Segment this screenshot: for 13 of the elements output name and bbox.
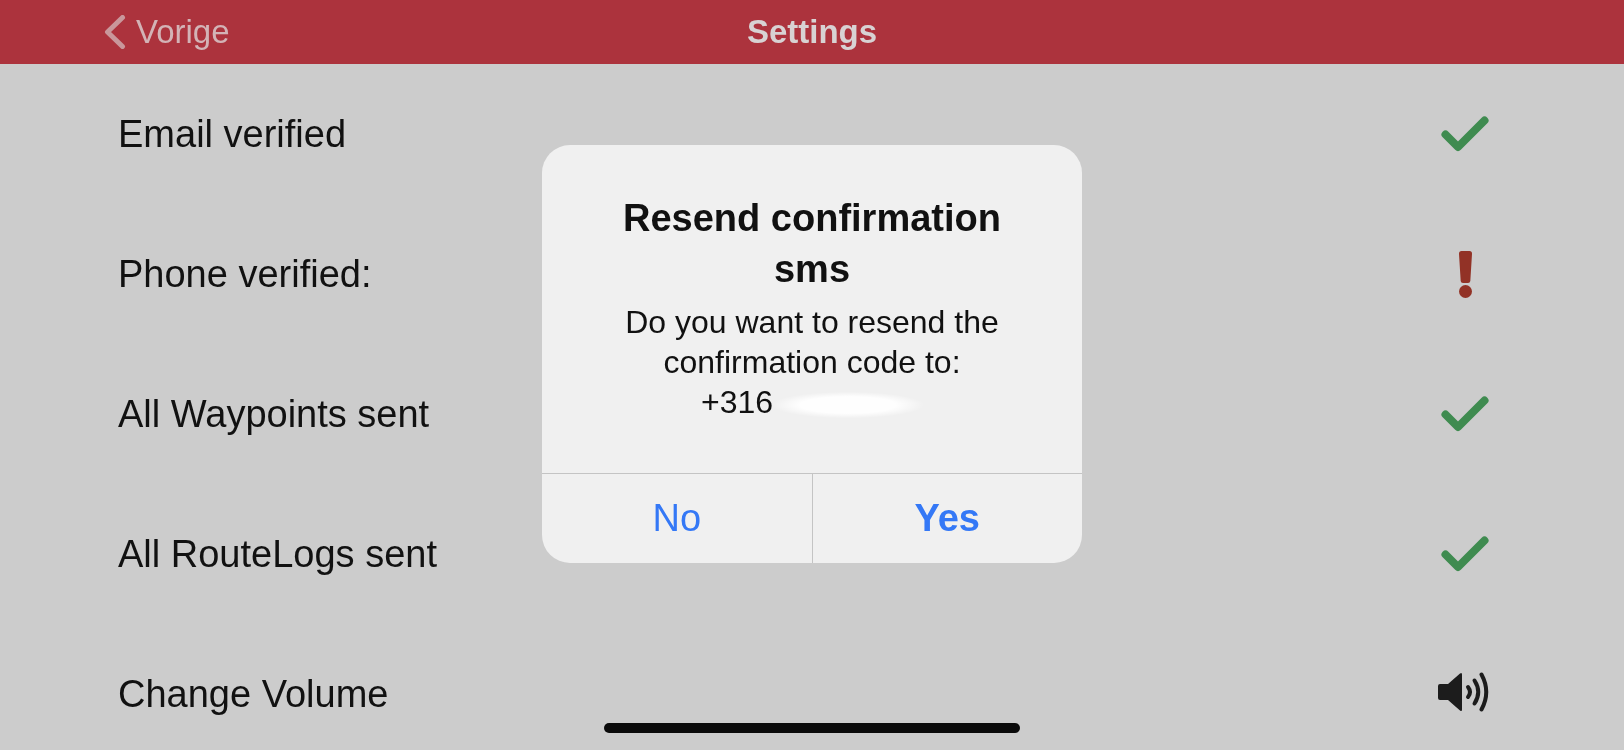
- chevron-icon: [104, 15, 126, 49]
- setting-label[interactable]: Change Volume: [118, 671, 389, 717]
- dialog-button[interactable]: No: [542, 474, 812, 563]
- setting-label: Phone verified:: [118, 252, 372, 297]
- setting-label: All Waypoints sent: [118, 392, 430, 437]
- phone-number: +316: [700, 383, 774, 422]
- setting-label: All RouteLogs sent: [118, 532, 437, 577]
- dialog-title: Resend confirmation sms: [622, 196, 1002, 292]
- setting-label: Email verified: [118, 112, 347, 157]
- dialog-button[interactable]: Yes: [811, 474, 1082, 563]
- nav-title: Settings: [746, 12, 878, 52]
- dialog-message: Do you want to resend the confirmation code to:: [624, 303, 1000, 382]
- back-button[interactable]: Vorige: [102, 12, 234, 52]
